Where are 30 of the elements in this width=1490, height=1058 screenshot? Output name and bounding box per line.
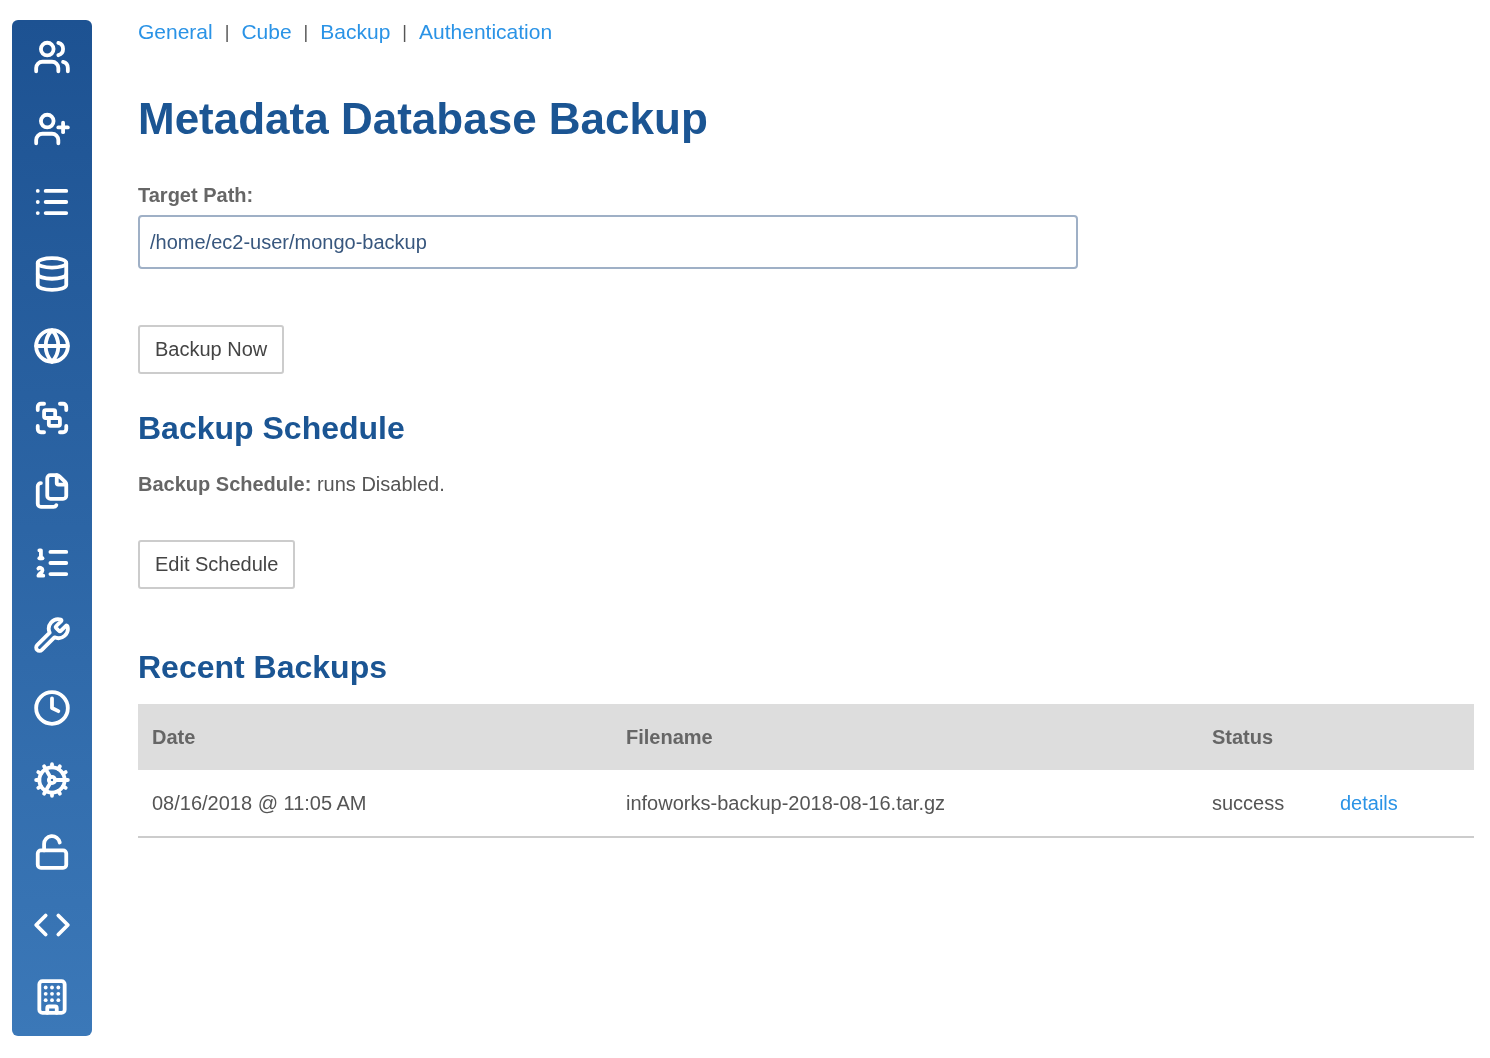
column-header: Filename [612, 704, 1198, 770]
breadcrumb-link[interactable]: Authentication [419, 20, 553, 44]
details-link[interactable]: details [1340, 791, 1398, 814]
breadcrumb-separator: | [224, 21, 230, 43]
backup-now-button[interactable]: Backup Now [138, 325, 285, 374]
users-icon[interactable] [33, 38, 71, 76]
table-cell: success [1198, 770, 1326, 837]
database-icon[interactable] [33, 254, 71, 293]
breadcrumb-link[interactable]: Backup [320, 20, 391, 44]
table-cell: 08/16/2018 @ 11:05 AM [138, 770, 612, 837]
target-path-field[interactable]: /home/ec2-user/mongo-backup [138, 215, 1078, 269]
section-heading: Recent Backups [138, 649, 388, 686]
edit-schedule-button[interactable]: Edit Schedule [138, 540, 296, 589]
section-heading: Backup Schedule [138, 410, 406, 447]
unlock-icon[interactable] [33, 833, 71, 872]
settings-icon[interactable] [33, 760, 71, 799]
breadcrumb-separator: | [303, 21, 309, 43]
breadcrumb-separator: | [402, 21, 408, 43]
field-label: Target Path: [138, 184, 255, 207]
files-icon[interactable] [33, 471, 71, 510]
column-header: Status [1198, 704, 1326, 770]
wrench-icon[interactable] [33, 616, 71, 655]
globe-icon[interactable] [33, 327, 71, 366]
table-cell: infoworks-backup-2018-08-16.tar.gz [612, 770, 1198, 837]
page-title: Metadata Database Backup [138, 94, 709, 144]
clock-icon[interactable] [33, 688, 71, 727]
breadcrumb-link[interactable]: General [138, 20, 213, 44]
breadcrumb-link[interactable]: Cube [241, 20, 292, 44]
column-header: Date [138, 704, 612, 770]
schedule-text: Backup Schedule: runs Disabled. [138, 473, 446, 496]
